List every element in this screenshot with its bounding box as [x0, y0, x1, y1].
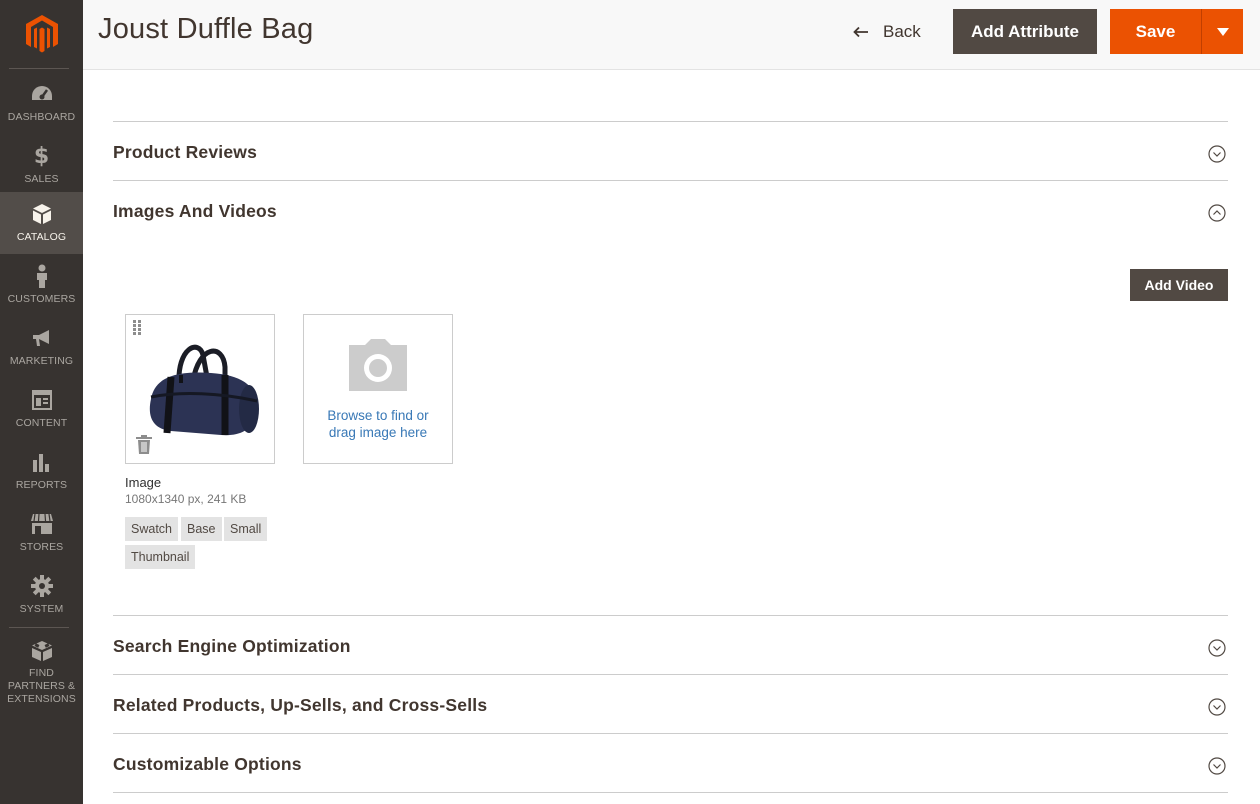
- sidebar-item-customers[interactable]: CUSTOMERS: [0, 254, 83, 316]
- save-split-button: Save: [1110, 9, 1243, 54]
- chevron-down-icon[interactable]: [1208, 698, 1226, 716]
- drag-handle-icon[interactable]: [133, 320, 143, 336]
- sidebar-item-stores[interactable]: STORES: [0, 502, 83, 564]
- chevron-down-icon[interactable]: [1208, 757, 1226, 775]
- sidebar-item-label: CATALOG: [16, 231, 67, 243]
- sidebar-item-catalog[interactable]: CATALOG: [0, 192, 83, 254]
- sidebar-item-label: SALES: [24, 173, 59, 185]
- arrow-left-icon: [853, 26, 868, 38]
- upload-instructions[interactable]: Browse to find or drag image here: [304, 407, 452, 441]
- dollar-icon: $: [33, 143, 50, 169]
- camera-icon: [349, 339, 407, 391]
- sidebar-divider: [9, 627, 69, 628]
- upload-text-line: drag image here: [328, 425, 428, 440]
- sidebar-item-content[interactable]: CONTENT: [0, 378, 83, 440]
- upload-text-line: Browse to find or: [327, 408, 429, 423]
- magento-logo[interactable]: [0, 0, 83, 68]
- sidebar-item-dashboard[interactable]: DASHBOARD: [0, 72, 83, 134]
- add-video-button[interactable]: Add Video: [1130, 269, 1228, 301]
- page-title: Joust Duffle Bag: [98, 13, 314, 45]
- add-attribute-button[interactable]: Add Attribute: [953, 9, 1097, 54]
- chevron-down-icon[interactable]: [1208, 639, 1226, 657]
- trash-icon[interactable]: [136, 435, 152, 454]
- extensions-icon: [30, 640, 54, 662]
- section-product-reviews[interactable]: Product Reviews: [113, 121, 1228, 181]
- section-title: Product Reviews: [113, 142, 258, 162]
- page-header: Joust Duffle Bag Back Add Attribute Save: [83, 0, 1260, 70]
- section-title: Related Products, Up-Sells, and Cross-Se…: [113, 695, 488, 715]
- image-role-tag: Base: [181, 517, 222, 541]
- sidebar-item-system[interactable]: SYSTEM: [0, 564, 83, 626]
- sidebar-item-label: FIND PARTNERS & EXTENSIONS: [7, 667, 76, 705]
- section-images-and-videos: Images And Videos: [113, 180, 1228, 615]
- sidebar-item-label: CUSTOMERS: [7, 293, 76, 305]
- sidebar-item-reports[interactable]: REPORTS: [0, 440, 83, 502]
- bar-chart-icon: [30, 450, 54, 474]
- dashboard-icon: [30, 82, 54, 106]
- caret-down-icon: [1216, 27, 1229, 36]
- duffle-bag-image: [149, 344, 259, 436]
- megaphone-icon: [30, 326, 54, 350]
- admin-sidebar: DASHBOARD $ SALES CATALOG CUSTOMERS MARK…: [0, 0, 83, 804]
- save-button[interactable]: Save: [1110, 9, 1201, 54]
- section-title[interactable]: Images And Videos: [113, 201, 277, 222]
- sidebar-item-label: STORES: [19, 541, 64, 553]
- section-title: Search Engine Optimization: [113, 636, 351, 656]
- box-icon: [30, 202, 54, 226]
- image-upload-dropzone[interactable]: Browse to find or drag image here: [303, 314, 453, 464]
- gear-icon: [30, 574, 54, 598]
- save-options-toggle[interactable]: [1202, 9, 1243, 54]
- sidebar-item-label: SYSTEM: [19, 603, 64, 615]
- sidebar-divider: [9, 68, 69, 69]
- sidebar-item-label: MARKETING: [9, 355, 74, 367]
- back-button-label: Back: [883, 22, 921, 41]
- storefront-icon: [30, 512, 54, 536]
- magento-logo-icon: [25, 15, 58, 53]
- chevron-up-icon[interactable]: [1208, 204, 1226, 222]
- section-seo[interactable]: Search Engine Optimization: [113, 615, 1228, 675]
- product-image-card[interactable]: [125, 314, 275, 464]
- section-related-products[interactable]: Related Products, Up-Sells, and Cross-Se…: [113, 674, 1228, 734]
- sidebar-item-label: REPORTS: [15, 479, 68, 491]
- sidebar-item-find-partners[interactable]: FIND PARTNERS & EXTENSIONS: [0, 630, 83, 705]
- image-role-tag: Small: [224, 517, 268, 541]
- image-name: Image: [125, 475, 162, 490]
- image-role-tag: Swatch: [125, 517, 178, 541]
- sidebar-item-label: CONTENT: [15, 417, 68, 429]
- image-role-tag: Thumbnail: [125, 545, 196, 569]
- sidebar-item-label: DASHBOARD: [7, 111, 76, 123]
- image-meta: 1080x1340 px, 241 KB: [125, 492, 247, 506]
- chevron-down-icon[interactable]: [1208, 145, 1226, 163]
- sidebar-item-sales[interactable]: $ SALES: [0, 134, 83, 196]
- sidebar-item-marketing[interactable]: MARKETING: [0, 316, 83, 378]
- section-customizable-options[interactable]: Customizable Options: [113, 733, 1228, 793]
- person-icon: [30, 264, 54, 288]
- back-button[interactable]: Back: [853, 18, 921, 46]
- section-title: Customizable Options: [113, 754, 302, 774]
- content-icon: [30, 388, 54, 412]
